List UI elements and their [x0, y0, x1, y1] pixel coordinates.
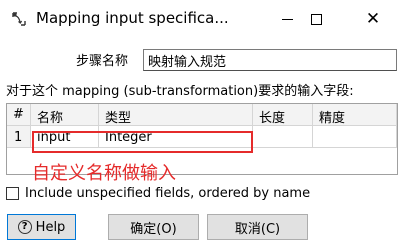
highlight-box [32, 131, 253, 153]
header-num[interactable]: # [7, 104, 31, 126]
include-unspecified-option[interactable]: Include unspecified fields, ordered by n… [6, 186, 310, 201]
include-unspecified-checkbox[interactable] [6, 187, 19, 200]
header-type[interactable]: 类型 [99, 104, 253, 126]
row-number[interactable]: 1 [7, 126, 31, 148]
step-name-input[interactable] [143, 49, 397, 71]
fields-description: 对于这个 mapping (sub-transformation)要求的输入字段… [6, 84, 354, 99]
header-name[interactable]: 名称 [31, 104, 99, 126]
close-button[interactable]: ✕ [350, 0, 396, 38]
ok-button[interactable]: 确定(O) [108, 214, 199, 240]
include-unspecified-label: Include unspecified fields, ordered by n… [25, 186, 311, 201]
maximize-icon [310, 13, 322, 25]
minimize-icon [281, 18, 293, 20]
header-precision[interactable]: 精度 [313, 104, 397, 126]
help-button-label: Help [35, 219, 66, 235]
cancel-button[interactable]: 取消(C) [207, 214, 308, 240]
window-title: Mapping input specifica... [36, 9, 229, 27]
header-length[interactable]: 长度 [253, 104, 313, 126]
maximize-button[interactable] [293, 0, 339, 38]
cell-precision[interactable] [313, 126, 397, 148]
annotation-text: 自定义名称做输入 [32, 163, 176, 184]
close-icon: ✕ [365, 8, 381, 29]
cell-length[interactable] [253, 126, 313, 148]
title-bar: Mapping input specifica... ✕ [0, 0, 404, 38]
help-icon: ? [17, 220, 32, 234]
step-name-label: 步骤名称 [76, 54, 129, 69]
help-button[interactable]: ? Help [7, 214, 76, 240]
mapping-input-icon [12, 12, 26, 26]
